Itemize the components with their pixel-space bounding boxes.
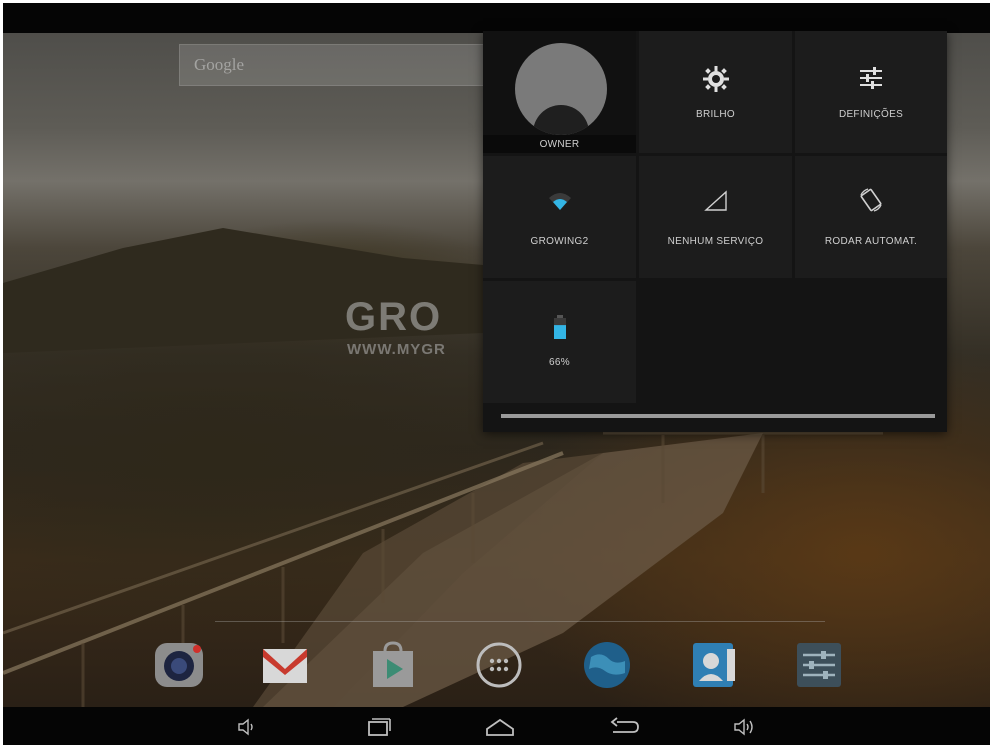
home-icon[interactable] (483, 715, 517, 739)
contacts-icon[interactable] (687, 639, 739, 691)
browser-globe-icon[interactable] (581, 639, 633, 691)
user-avatar-icon (515, 43, 607, 135)
no-signal-icon (639, 190, 792, 218)
brightness-icon (639, 65, 792, 93)
status-bar[interactable] (3, 3, 990, 33)
tile-owner-label: OWNER (539, 139, 580, 150)
panel-progress-bar (501, 414, 935, 418)
tile-owner[interactable]: OWNER (483, 31, 636, 153)
tile-rotate-label: RODAR AUTOMAT. (824, 236, 918, 247)
gmail-icon[interactable] (259, 639, 311, 691)
tile-battery[interactable]: 66% (483, 281, 636, 403)
wallpaper-watermark-title: GRO (345, 295, 443, 339)
volume-down-icon[interactable] (231, 715, 265, 739)
recent-apps-icon[interactable] (361, 715, 395, 739)
app-drawer-icon[interactable] (473, 639, 525, 691)
settings-sliders-icon (795, 65, 947, 93)
settings-app-icon[interactable] (793, 639, 845, 691)
tile-settings[interactable]: DEFINIÇÕES (795, 31, 947, 153)
tile-brightness[interactable]: BRILHO (639, 31, 792, 153)
volume-up-icon[interactable] (727, 715, 761, 739)
tile-auto-rotate[interactable]: RODAR AUTOMAT. (795, 156, 947, 278)
tile-battery-label: 66% (549, 357, 570, 368)
battery-icon (483, 315, 636, 343)
tile-signal-label: NENHUM SERVIÇO (667, 236, 764, 247)
play-store-icon[interactable] (367, 639, 419, 691)
tile-brightness-label: BRILHO (695, 109, 736, 120)
camera-icon[interactable] (153, 639, 205, 691)
back-icon[interactable] (607, 715, 641, 739)
dock-divider (215, 621, 825, 622)
wifi-icon (483, 190, 636, 218)
quick-settings-panel: OWNER BRILHO DEFINIÇÕES GROWING2 NENHUM … (483, 31, 947, 432)
tile-wifi[interactable]: GROWING2 (483, 156, 636, 278)
wallpaper-watermark-url: WWW.MYGR (347, 341, 446, 358)
auto-rotate-icon (795, 186, 947, 214)
device-screen: GRO WWW.MYGR Google OWNER BRILHO DEFINIÇ… (3, 3, 990, 745)
navigation-bar (3, 707, 990, 745)
search-placeholder: Google (194, 55, 245, 74)
panel-progress-fill (501, 414, 935, 418)
tile-wifi-label: GROWING2 (530, 236, 589, 247)
tile-settings-label: DEFINIÇÕES (838, 109, 904, 120)
tile-mobile-signal[interactable]: NENHUM SERVIÇO (639, 156, 792, 278)
google-search-bar[interactable]: Google (179, 44, 489, 86)
